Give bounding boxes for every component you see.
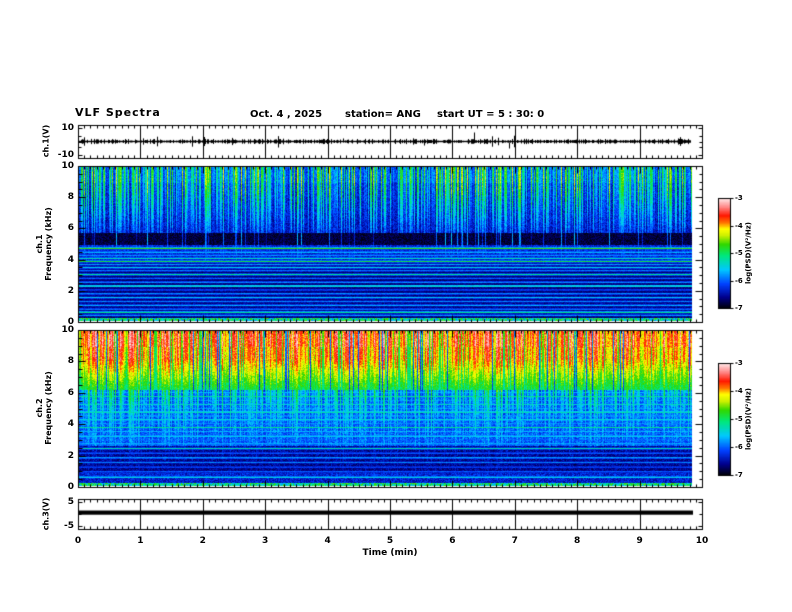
x-tick-label: 7 (511, 536, 518, 546)
page-title: VLF Spectra (75, 106, 161, 119)
ch2-frequency-axis-label: ch.2 Frequency (kHz) (35, 371, 53, 445)
ch2-frequency-axis-label-line1: ch.2 (35, 398, 44, 418)
y-tick-label: 2 (67, 285, 74, 296)
colorbar-tick-label: -6 (735, 276, 743, 285)
x-tick-label: 4 (324, 536, 331, 546)
y-tick-label: 4 (67, 254, 74, 265)
colorbar-tick-label: -5 (735, 249, 743, 257)
ch1-frequency-axis-label: ch.1 Frequency (kHz) (35, 207, 53, 281)
x-tick-label: 1 (137, 536, 144, 546)
y-tick-label: 8 (67, 192, 74, 203)
y-tick-label: 8 (67, 356, 74, 367)
y-tick-label: 0 (67, 482, 74, 492)
vlf-spectra-screen: VLF Spectra Oct. 4 , 2025 station= ANG s… (0, 0, 792, 612)
ch2-frequency-axis-label-line2: Frequency (kHz) (44, 371, 53, 445)
header-date: Oct. 4 , 2025 (250, 109, 323, 120)
y-tick-label: -5 (64, 520, 74, 531)
y-tick-label: -10 (57, 149, 74, 160)
ch1-frequency-axis-label-line1: ch.1 (35, 234, 44, 254)
x-tick-label: 0 (74, 536, 82, 546)
colorbar-tick-label: -5 (735, 415, 743, 423)
x-tick-label: 10 (695, 536, 709, 546)
time-axis-label: Time (min) (362, 548, 418, 558)
y-tick-label: 4 (67, 419, 74, 430)
x-tick-label: 8 (574, 536, 581, 546)
colorbar-tick-label: -7 (735, 471, 743, 479)
colorbar-tick-label: -3 (735, 359, 743, 367)
x-tick-label: 3 (262, 536, 269, 546)
colorbar-tick-label: -6 (735, 443, 743, 451)
y-tick-label: 10 (61, 161, 74, 171)
y-tick-label: 2 (67, 450, 74, 461)
x-tick-label: 6 (449, 536, 456, 546)
y-tick-label: 6 (67, 223, 74, 234)
x-tick-label: 5 (386, 536, 394, 546)
colorbar-tick-label: -7 (735, 304, 743, 312)
y-tick-label: 10 (61, 123, 74, 134)
header-station: station= ANG (345, 109, 421, 120)
x-tick-label: 2 (199, 536, 206, 546)
x-tick-label: 9 (636, 536, 643, 546)
colorbar-tick-label: -4 (735, 221, 743, 230)
ch1-frequency-axis-label-line2: Frequency (kHz) (44, 207, 53, 281)
header-start-ut: start UT = 5 : 30: 0 (437, 109, 545, 120)
y-tick-label: 6 (67, 387, 74, 398)
colorbar-tick-label: -4 (735, 387, 743, 395)
y-tick-label: 10 (61, 325, 74, 335)
colorbar-tick-label: -3 (735, 194, 743, 202)
y-tick-label: 5 (67, 497, 74, 508)
spectra-plot-canvas (0, 0, 792, 612)
